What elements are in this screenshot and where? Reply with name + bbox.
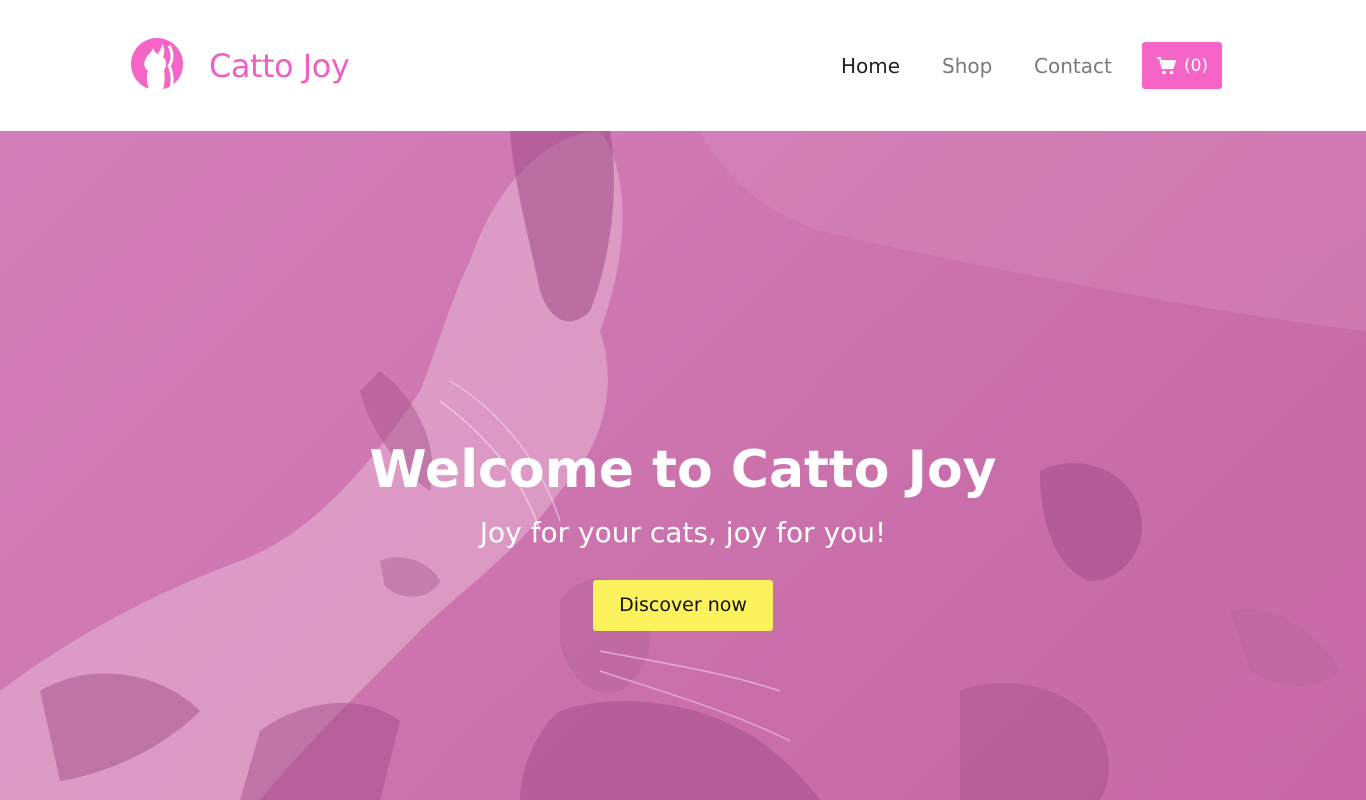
- discover-now-button[interactable]: Discover now: [593, 580, 773, 631]
- cart-icon: [1156, 56, 1176, 74]
- nav-shop[interactable]: Shop: [942, 50, 992, 82]
- hero-section: Welcome to Catto Joy Joy for your cats, …: [0, 131, 1366, 800]
- hero-subtitle: Joy for your cats, joy for you!: [479, 516, 887, 549]
- site-header: Catto Joy Home Shop Contact (0): [0, 0, 1366, 131]
- cart-count: (0): [1183, 55, 1209, 76]
- nav-home[interactable]: Home: [841, 50, 900, 82]
- brand-name[interactable]: Catto Joy: [209, 44, 350, 88]
- cart-button[interactable]: (0): [1142, 42, 1222, 89]
- nav-contact[interactable]: Contact: [1034, 50, 1112, 82]
- cat-silhouette-icon[interactable]: [129, 38, 185, 90]
- hero-title: Welcome to Catto Joy: [369, 440, 997, 500]
